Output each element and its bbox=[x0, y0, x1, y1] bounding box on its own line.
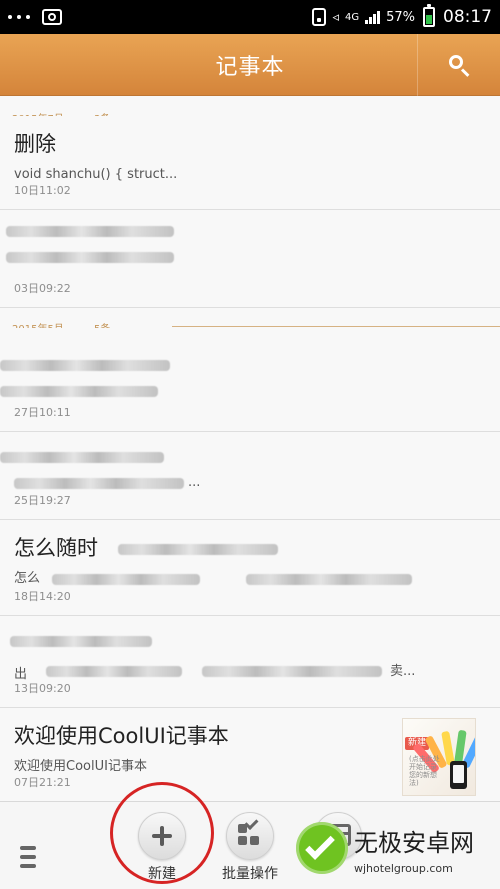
watermark-sub-text: wjhotelgroup.com bbox=[354, 862, 453, 875]
search-icon bbox=[447, 53, 471, 77]
note-time: 25日19:27 bbox=[14, 494, 71, 507]
battery-fill bbox=[426, 14, 432, 24]
menu-icon-line bbox=[20, 846, 36, 850]
thumbnail-text: (点击此处开始记录您的新想法) bbox=[409, 755, 440, 787]
camera-icon bbox=[42, 9, 62, 25]
blurred-excerpt bbox=[6, 252, 174, 263]
blurred-excerpt bbox=[0, 386, 158, 397]
menu-icon-line bbox=[20, 864, 36, 868]
blurred-excerpt-secondary bbox=[202, 666, 382, 677]
more-dots-icon bbox=[8, 15, 30, 19]
note-item[interactable]: 03日09:22 bbox=[0, 210, 500, 308]
new-note-label: 新建 bbox=[148, 866, 176, 882]
mute-icon: ◃ bbox=[332, 9, 339, 25]
notes-list[interactable]: 2015年7月 3条 删除 void shanchu() { struct...… bbox=[0, 96, 500, 801]
watermark-main-text: 无极安卓网 bbox=[354, 829, 474, 857]
battery-icon bbox=[423, 4, 435, 27]
note-time: 27日10:11 bbox=[14, 406, 71, 419]
blurred-title bbox=[6, 226, 174, 237]
blurred-excerpt bbox=[52, 574, 200, 585]
status-right: ◃ 4G 57% 08:17 bbox=[312, 4, 492, 27]
blurred-excerpt bbox=[14, 478, 184, 489]
bottom-bar: 新建 批量操作 无极安卓网 wjhotelgroup.com bbox=[0, 801, 500, 889]
blurred-title bbox=[0, 360, 170, 371]
note-excerpt: 出 bbox=[14, 667, 28, 682]
status-bar: ◃ 4G 57% 08:17 bbox=[0, 0, 500, 34]
network-type: 4G bbox=[344, 11, 360, 23]
status-left bbox=[8, 9, 62, 25]
menu-button[interactable] bbox=[20, 846, 36, 868]
status-time: 08:17 bbox=[443, 7, 492, 27]
note-excerpt: void shanchu() { struct... bbox=[14, 167, 178, 182]
signal-icon bbox=[365, 10, 381, 24]
batch-operation-button[interactable]: 批量操作 bbox=[206, 812, 294, 886]
phone-icon bbox=[312, 8, 327, 26]
note-thumbnail: 新建 (点击此处开始记录您的新想法) bbox=[402, 718, 476, 796]
watermark: 无极安卓网 wjhotelgroup.com bbox=[296, 803, 492, 887]
note-title: 删除 bbox=[14, 132, 56, 156]
new-note-button[interactable]: 新建 bbox=[118, 812, 206, 886]
note-item[interactable]: 欢迎使用CoolUI记事本 欢迎使用CoolUI记事本 07日21:21 新建 … bbox=[0, 708, 500, 801]
note-item[interactable]: 出 卖... 13日09:20 bbox=[0, 616, 500, 708]
note-title: 怎么随时 bbox=[14, 536, 98, 560]
note-excerpt-tail: 卖... bbox=[390, 664, 416, 679]
note-item[interactable]: 怎么随时 怎么 18日14:20 bbox=[0, 520, 500, 616]
note-time: 10日11:02 bbox=[14, 184, 71, 197]
note-excerpt: ... bbox=[188, 475, 201, 490]
batch-operation-circle bbox=[226, 812, 274, 860]
battery-percentage: 57% bbox=[386, 9, 415, 25]
blurred-excerpt-secondary bbox=[246, 574, 412, 585]
phone-illustration bbox=[450, 761, 467, 789]
grid-check-icon bbox=[238, 815, 262, 848]
search-button[interactable] bbox=[418, 34, 500, 96]
blurred-excerpt bbox=[46, 666, 182, 677]
note-item[interactable]: 27日10:11 bbox=[0, 328, 500, 432]
blurred-title bbox=[0, 452, 164, 463]
note-excerpt: 怎么 bbox=[14, 571, 41, 586]
note-item[interactable]: 删除 void shanchu() { struct... 10日11:02 bbox=[0, 116, 500, 210]
blurred-title bbox=[10, 636, 152, 647]
blurred-title-extension bbox=[118, 544, 278, 555]
watermark-logo-icon bbox=[296, 822, 348, 874]
group-divider bbox=[172, 326, 500, 327]
note-title: 欢迎使用CoolUI记事本 bbox=[14, 724, 229, 748]
note-time: 18日14:20 bbox=[14, 590, 71, 603]
app-header: 记事本 bbox=[0, 34, 500, 96]
menu-icon-line bbox=[20, 855, 36, 859]
note-time: 03日09:22 bbox=[14, 282, 71, 295]
plus-icon bbox=[138, 812, 186, 860]
note-excerpt: 欢迎使用CoolUI记事本 bbox=[14, 759, 147, 774]
note-time: 13日09:20 bbox=[14, 682, 71, 695]
batch-operation-label: 批量操作 bbox=[222, 866, 278, 882]
note-item[interactable]: ... 25日19:27 bbox=[0, 432, 500, 520]
note-time: 07日21:21 bbox=[14, 776, 71, 789]
